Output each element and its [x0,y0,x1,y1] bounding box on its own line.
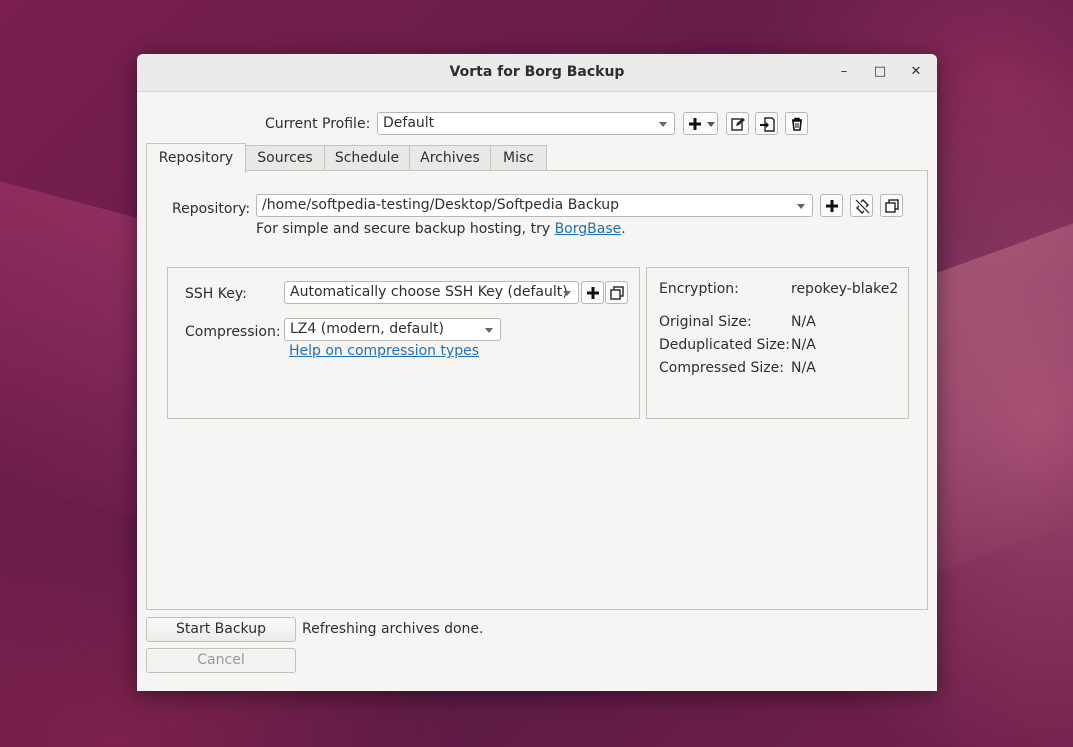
edit-profile-button[interactable] [726,112,749,135]
ssh-key-label: SSH Key: [185,286,247,302]
original-size-value: N/A [791,314,816,330]
cancel-button[interactable]: Cancel [146,648,296,673]
minimize-button[interactable]: – [835,63,853,81]
encryption-label: Encryption: [659,281,739,297]
copy-icon [885,199,899,213]
delete-profile-button[interactable] [785,112,808,135]
status-text: Refreshing archives done. [302,621,484,637]
profile-label: Current Profile: [265,116,371,132]
tab-repository[interactable]: Repository [146,143,246,173]
compression-select[interactable]: LZ4 (modern, default) [284,318,501,341]
deduplicated-size-label: Deduplicated Size: [659,337,790,353]
copy-repository-button[interactable] [880,194,903,217]
wallpaper-shape [0,181,140,519]
compression-value: LZ4 (modern, default) [290,321,444,337]
chevron-down-icon [797,204,805,209]
maximize-button[interactable]: □ [871,63,889,81]
close-button[interactable]: ✕ [907,63,925,81]
compression-help-link[interactable]: Help on compression types [289,343,479,359]
dropdown-icon [707,122,715,127]
compressed-size-label: Compressed Size: [659,360,784,376]
tab-schedule[interactable]: Schedule [324,145,410,171]
chevron-down-icon [563,291,571,296]
start-backup-button[interactable]: Start Backup [146,617,296,642]
chevron-down-icon [659,122,667,127]
repository-label: Repository: [172,201,251,217]
compression-label: Compression: [185,324,281,340]
add-icon [689,118,701,130]
import-icon [760,117,775,132]
ssh-key-value: Automatically choose SSH Key (default) [290,284,568,300]
profile-select[interactable]: Default [377,112,675,135]
encryption-value: repokey-blake2 [791,281,899,297]
repository-select-value: /home/softpedia-testing/Desktop/Softpedi… [262,197,620,213]
main-window: Vorta for Borg Backup – □ ✕ Current Prof… [137,54,937,691]
hint-suffix: . [621,221,626,237]
edit-icon [731,118,745,131]
tab-sources[interactable]: Sources [245,145,325,171]
repository-hint: For simple and secure backup hosting, tr… [256,221,626,237]
trash-icon [792,117,802,131]
original-size-label: Original Size: [659,314,752,330]
hint-text: For simple and secure backup hosting, tr… [256,221,555,237]
deduplicated-size-value: N/A [791,337,816,353]
ssh-key-select[interactable]: Automatically choose SSH Key (default) [284,281,579,304]
compressed-size-value: N/A [791,360,816,376]
add-profile-button[interactable] [683,112,718,135]
unlink-icon [855,199,870,214]
title-bar[interactable]: Vorta for Borg Backup – □ ✕ [137,54,937,92]
window-title: Vorta for Borg Backup [449,64,625,80]
add-icon [826,200,838,212]
import-profile-button[interactable] [755,112,778,135]
add-repository-button[interactable] [820,194,843,217]
copy-icon [610,286,624,300]
tab-misc[interactable]: Misc [490,145,547,171]
copy-ssh-key-button[interactable] [605,281,628,304]
chevron-down-icon [485,328,493,333]
unlink-repository-button[interactable] [850,194,873,217]
borgbase-link[interactable]: BorgBase [555,221,622,237]
repository-panel: Repository: /home/softpedia-testing/Desk… [146,170,928,610]
add-ssh-key-button[interactable] [581,281,604,304]
add-icon [587,287,599,299]
settings-group: SSH Key: Automatically choose SSH Key (d… [167,267,640,419]
profile-select-value: Default [383,115,435,131]
tab-archives[interactable]: Archives [409,145,491,171]
repository-select[interactable]: /home/softpedia-testing/Desktop/Softpedi… [256,194,813,217]
repository-info-group: Encryption: repokey-blake2 Original Size… [646,267,909,419]
